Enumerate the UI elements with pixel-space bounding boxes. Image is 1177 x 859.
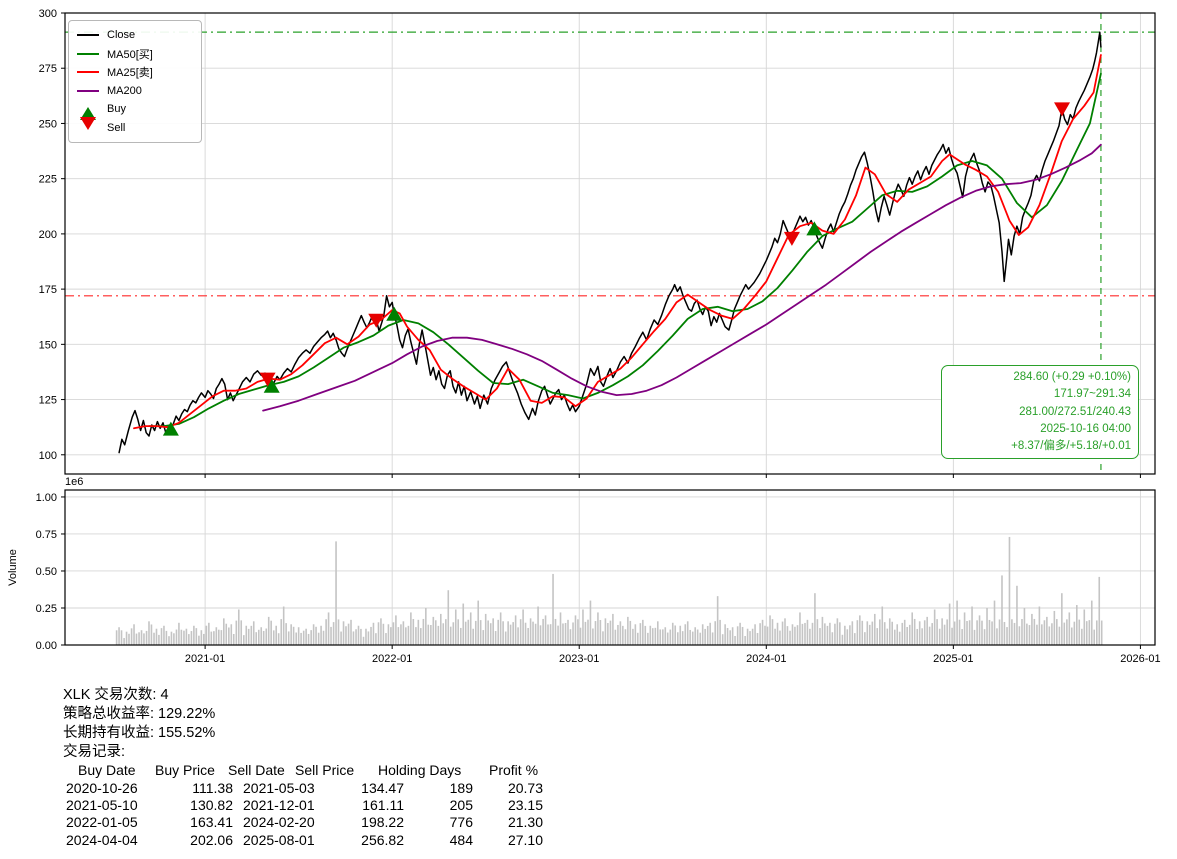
strategy-return-line: 策略总收益率: 129.22%	[63, 706, 216, 722]
figure: 100 125 150 175 200 225 250 275 300 0.00 0.25 0.50 0…	[0, 0, 1177, 859]
trade-table-header-cell: Sell Date	[228, 762, 285, 778]
annotation-date-line: 2025-10-16 04:00	[1040, 422, 1131, 435]
annotation-ma-line: 281.00/272.51/240.43	[1019, 405, 1131, 418]
trade-log-label: 交易记录:	[63, 744, 126, 760]
price-ytick-label: 175	[39, 284, 57, 296]
trade-table-cell: 161.11	[362, 796, 404, 813]
volume-ytick-label: 0.50	[36, 566, 57, 578]
trade-table-cell: 130.82	[190, 796, 233, 813]
quote-annotation-box: 284.60 (+0.29 +0.10%) 171.97~291.34 281.…	[941, 365, 1139, 460]
trade-table-row: 2024-04-04 202.06 2025-08-01 256.82 484 27.10	[63, 832, 623, 849]
trade-table-cell: 2025-08-01	[243, 831, 315, 848]
date-xtick-label: 2021-01	[185, 653, 225, 665]
volume-ytick-label: 0.25	[36, 603, 57, 615]
price-ytick-label: 250	[39, 118, 57, 130]
sell-marker	[1054, 102, 1071, 117]
trade-table-cell: 2021-05-10	[66, 796, 138, 813]
trade-table-cell: 189	[449, 779, 473, 796]
trade-count-line: XLK 交易次数: 4	[63, 687, 169, 703]
hold-return-line: 长期持有收益: 155.52%	[63, 725, 216, 741]
price-ytick-label: 300	[39, 8, 57, 20]
legend-line-swatch	[77, 52, 99, 55]
price-ytick-label: 200	[39, 229, 57, 241]
trade-table-cell: 2022-01-05	[66, 814, 138, 831]
volume-bars	[115, 536, 1103, 645]
legend-label: MA25[卖]	[107, 67, 153, 80]
trade-table-cell: 21.30	[507, 814, 543, 831]
trade-table-header-cell: Buy Date	[78, 762, 136, 778]
trade-table-cell: 2024-02-20	[243, 814, 315, 831]
date-xtick-label: 2023-01	[559, 653, 599, 665]
annotation-range-line: 171.97~291.34	[1053, 388, 1131, 401]
legend-label: MA200	[107, 84, 142, 97]
trade-markers	[162, 102, 1071, 436]
trade-table: Buy Date Buy Price Sell Date Sell Price Hold…	[63, 762, 623, 849]
volume-axis-title: Volume	[7, 549, 19, 586]
legend-label: MA50[买]	[107, 48, 153, 61]
trade-table-cell: 2021-05-03	[243, 779, 315, 796]
trade-table-cell: 2024-04-04	[66, 831, 138, 848]
legend-item-5: Sell	[77, 117, 193, 138]
trade-table-row: 2021-05-10 130.82 2021-12-01 161.11 205 23.15	[63, 797, 623, 814]
trade-table-cell: 484	[449, 831, 473, 848]
legend-line-swatch	[77, 89, 99, 92]
sell-triangle-icon	[77, 117, 99, 134]
trade-table-cell: 2021-12-01	[243, 796, 315, 813]
trade-table-cell: 256.82	[361, 831, 404, 848]
legend-item-2: MA25[卖]	[77, 63, 193, 82]
legend-line-swatch	[77, 71, 99, 74]
annotation-price-line: 284.60 (+0.29 +0.10%)	[1013, 371, 1131, 383]
tick-marks	[61, 12, 1141, 649]
date-xtick-label: 2022-01	[372, 653, 412, 665]
price-ytick-label: 225	[39, 174, 57, 186]
strategy-summary: XLK 交易次数: 4 策略总收益率: 129.22% 长期持有收益: 155.…	[63, 686, 623, 849]
trade-table-cell: 205	[449, 796, 473, 813]
buy-triangle-icon	[77, 103, 99, 120]
date-xtick-label: 2026-01	[1120, 653, 1160, 665]
trade-table-cell: 198.22	[361, 814, 404, 831]
legend-item-4: Buy	[77, 100, 193, 120]
trade-table-row: 2022-01-05 163.41 2024-02-20 198.22 776 21.30	[63, 814, 623, 831]
trade-table-header-cell: Profit %	[489, 762, 539, 778]
trade-table-cell: 23.15	[507, 796, 543, 813]
trade-table-cell: 776	[449, 814, 473, 831]
trade-table-cell: 2020-10-26	[66, 779, 138, 796]
price-ytick-label: 275	[39, 63, 57, 75]
legend-item-1: MA50[买]	[77, 45, 193, 64]
volume-ytick-label: 0.75	[36, 529, 57, 541]
annotation-signal-line: +8.37/偏多/+5.18/+0.01	[1011, 440, 1131, 453]
trade-table-cell: 202.06	[190, 831, 233, 848]
price-ytick-label: 150	[39, 339, 57, 351]
legend-label: Close	[107, 29, 136, 42]
legend-box: Close MA50[买] MA25[卖] MA200 Buy Sell	[68, 20, 202, 143]
axes-spines	[64, 12, 1156, 646]
trade-table-header-cell: Buy Price	[155, 762, 215, 778]
trade-table-header: Buy Date Buy Price Sell Date Sell Price Hold…	[63, 762, 623, 780]
date-xtick-label: 2024-01	[746, 653, 786, 665]
volume-ytick-label: 1.00	[36, 492, 57, 504]
legend-item-3: MA200	[77, 82, 193, 101]
trade-table-row: 2020-10-26 111.38 2021-05-03 134.47 189 20.73	[63, 780, 623, 797]
legend-label: Buy	[107, 103, 126, 116]
volume-offset-label: 1e6	[65, 476, 83, 488]
date-xtick-label: 2025-01	[933, 653, 973, 665]
price-ytick-label: 125	[39, 395, 57, 407]
volume-ytick-label: 0.00	[36, 640, 57, 652]
trade-table-cell: 27.10	[507, 831, 543, 848]
trade-table-cell: 20.73	[507, 779, 543, 796]
legend-item-0: Close	[77, 26, 193, 45]
price-ytick-label: 100	[39, 450, 57, 462]
gridlines	[65, 12, 1155, 646]
trade-table-cell: 134.47	[361, 779, 404, 796]
trade-table-header-cell: Sell Price	[295, 762, 355, 778]
legend-line-swatch	[77, 34, 99, 37]
trade-table-cell: 163.41	[190, 814, 233, 831]
legend-label: Sell	[107, 121, 126, 134]
trade-table-header-cell: Holding Days	[378, 762, 462, 778]
trade-table-cell: 111.38	[192, 779, 233, 796]
